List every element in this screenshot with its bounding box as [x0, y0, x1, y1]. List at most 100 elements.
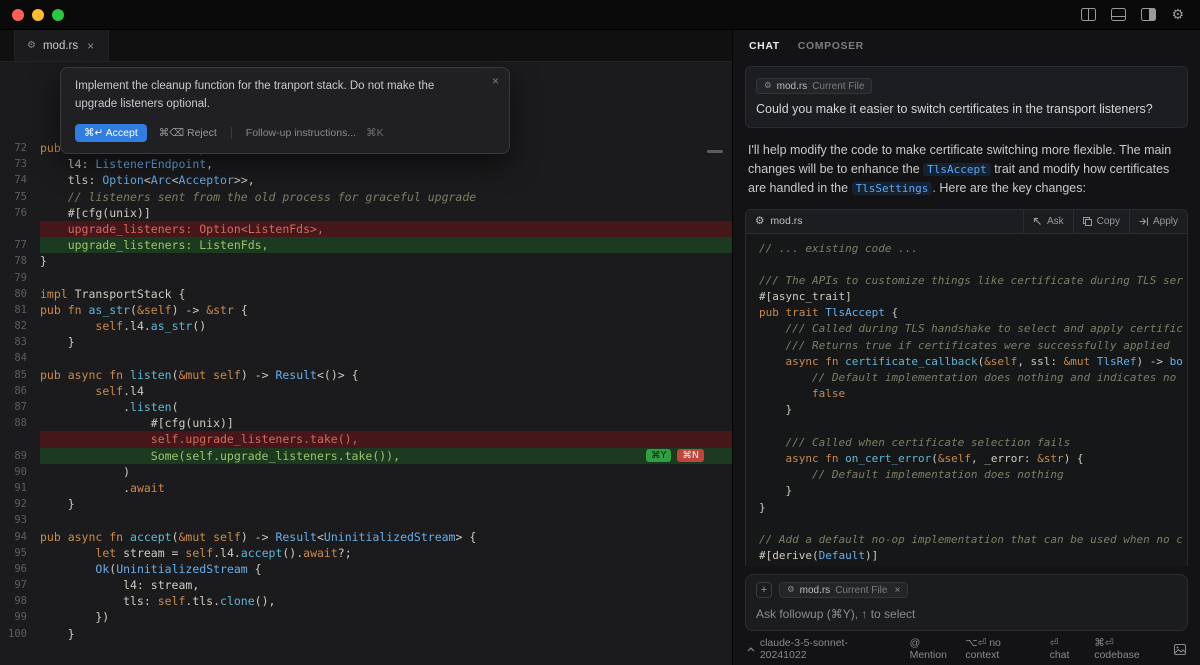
tab-close-icon[interactable]: × [85, 39, 96, 53]
codebase-send-hint[interactable]: ⌘⏎ codebase [1094, 637, 1160, 661]
code-line: 88 #[cfg(unix)] [0, 415, 732, 431]
code-line: 90 ) [0, 464, 732, 480]
add-context-button[interactable]: + [756, 582, 772, 598]
code-line: 83 } [0, 334, 732, 350]
chip-close-icon[interactable]: × [894, 585, 900, 596]
line-number: 88 [0, 415, 40, 431]
attach-image-button[interactable] [1174, 644, 1186, 655]
line-number: 83 [0, 334, 40, 350]
followup-placeholder: Follow-up instructions... [246, 127, 356, 139]
rust-file-icon: ⚙ [787, 585, 795, 595]
line-number: 82 [0, 318, 40, 334]
assistant-text-span: . Here are the key changes: [932, 181, 1086, 195]
inline-code-chip: TlsSettings [852, 182, 933, 195]
ask-button[interactable]: Ask [1023, 210, 1073, 233]
followup-shortcut: ⌘K [366, 127, 384, 139]
code-line: #[derive(Default)] [746, 548, 1187, 564]
code-line: 98 tls: self.tls.clone(), [0, 593, 732, 609]
reject-button[interactable]: ⌘⌫ Reject [159, 127, 217, 139]
line-number: 77 [0, 237, 40, 253]
chat-input-card: + ⚙ mod.rs Current File × Ask followup (… [745, 574, 1188, 631]
code-line: 100 } [0, 626, 732, 642]
line-number: 86 [0, 383, 40, 399]
bottom-panel-icon[interactable] [1111, 8, 1126, 21]
code-line: 84 [0, 350, 732, 366]
settings-gear-icon[interactable]: ⚙ [1171, 8, 1184, 22]
code-line: /// Called during TLS handshake to selec… [746, 321, 1187, 337]
line-number: 89 [0, 448, 40, 464]
line-number: 96 [0, 561, 40, 577]
model-selector[interactable]: claude-3-5-sonnet-20241022 [747, 637, 892, 661]
apply-button-label: Apply [1153, 216, 1178, 227]
apply-button[interactable]: Apply [1129, 210, 1187, 233]
code-line: pub trait TlsAccept { [746, 305, 1187, 321]
line-number: 75 [0, 189, 40, 205]
minimize-window-button[interactable] [32, 9, 44, 21]
line-number [0, 431, 40, 447]
close-window-button[interactable] [12, 9, 24, 21]
split-columns-icon[interactable] [1081, 8, 1096, 21]
mention-button[interactable]: @ Mention [910, 637, 960, 661]
no-context-hint[interactable]: ⌥⏎ no context [965, 637, 1035, 661]
tab-chat[interactable]: CHAT [749, 40, 780, 52]
line-number: 85 [0, 367, 40, 383]
line-number: 87 [0, 399, 40, 415]
code-line: } [746, 402, 1187, 418]
code-block-file: ⚙ mod.rs [755, 215, 803, 227]
input-context-chip[interactable]: ⚙ mod.rs Current File × [779, 582, 908, 598]
editor-pane: ⚙ mod.rs × × Implement the cleanup funct… [0, 30, 733, 665]
context-chip[interactable]: ⚙ mod.rs Current File [756, 78, 872, 94]
line-number: 74 [0, 172, 40, 188]
ask-button-label: Ask [1047, 216, 1064, 227]
chat-input[interactable]: Ask followup (⌘Y), ↑ to select [756, 607, 1177, 621]
chevron-up-icon [747, 647, 755, 652]
editor-tabbar: ⚙ mod.rs × [0, 30, 732, 62]
chat-send-hint[interactable]: ⏎ chat [1050, 637, 1081, 661]
tab-composer[interactable]: COMPOSER [798, 40, 864, 52]
inline-edit-popup: × Implement the cleanup function for the… [60, 67, 510, 154]
code-line: 91 .await [0, 480, 732, 496]
line-number: 76 [0, 205, 40, 221]
accept-hunk-badge[interactable]: ⌘Y [646, 449, 671, 462]
tab-label: mod.rs [43, 40, 78, 52]
copy-button[interactable]: Copy [1073, 210, 1129, 233]
chip-file-label: mod.rs [777, 81, 808, 92]
code-line: 99 }) [0, 609, 732, 625]
user-message-text: Could you make it easier to switch certi… [756, 101, 1177, 119]
code-line: 78} [0, 253, 732, 269]
user-message-card: ⚙ mod.rs Current File Could you make it … [745, 66, 1188, 128]
editor-code[interactable]: 72pub(crate) struct TransportStack {73 l… [0, 140, 732, 642]
chip-file-label: mod.rs [800, 585, 831, 596]
diff-added-line: 77 upgrade_listeners: ListenFds, [0, 237, 732, 253]
editor-body[interactable]: × Implement the cleanup function for the… [0, 62, 732, 665]
chat-pane: CHAT COMPOSER ⚙ mod.rs Current File Coul… [733, 30, 1200, 665]
ask-icon [1033, 217, 1042, 226]
line-number: 93 [0, 512, 40, 528]
reject-hunk-badge[interactable]: ⌘N [677, 449, 704, 462]
code-line: false [746, 386, 1187, 402]
code-line: /// Called when certificate selection fa… [746, 435, 1187, 451]
rust-file-icon: ⚙ [755, 215, 764, 227]
accept-button[interactable]: ⌘↵ Accept [75, 124, 147, 142]
code-line: } [746, 500, 1187, 516]
chat-code-block: ⚙ mod.rs Ask Copy [745, 209, 1188, 567]
titlebar: ⚙ [0, 0, 1200, 30]
code-line: async fn certificate_callback(&self, ssl… [746, 354, 1187, 370]
tab-mod-rs[interactable]: ⚙ mod.rs × [14, 30, 109, 61]
line-number: 91 [0, 480, 40, 496]
right-panel-icon[interactable] [1141, 8, 1156, 21]
code-line: 92 } [0, 496, 732, 512]
image-icon [1174, 644, 1186, 655]
zoom-window-button[interactable] [52, 9, 64, 21]
code-line [746, 516, 1187, 532]
popup-close-icon[interactable]: × [492, 74, 499, 88]
chip-suffix-label: Current File [835, 585, 887, 596]
code-line: 97 l4: stream, [0, 577, 732, 593]
line-number: 90 [0, 464, 40, 480]
line-number: 92 [0, 496, 40, 512]
code-line: /// Returns true if certificates were su… [746, 338, 1187, 354]
code-line: 74 tls: Option<Arc<Acceptor>>, [0, 172, 732, 188]
copy-button-label: Copy [1097, 216, 1120, 227]
followup-instructions-field[interactable]: Follow-up instructions... ⌘K [231, 127, 384, 139]
code-line: /// The APIs to customize things like ce… [746, 273, 1187, 289]
